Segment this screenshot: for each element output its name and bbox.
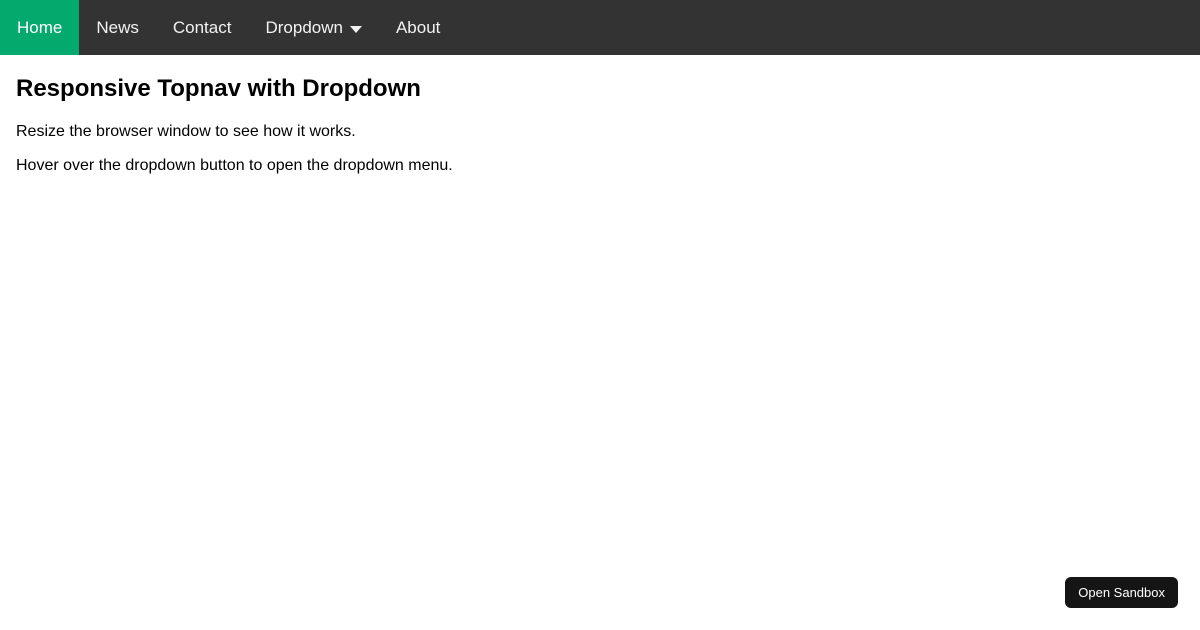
nav-item-news[interactable]: News <box>79 0 156 55</box>
nav-item-dropdown-label: Dropdown <box>265 17 343 37</box>
caret-down-icon <box>349 25 362 33</box>
hint-text: Hover over the dropdown button to open t… <box>16 157 453 175</box>
nav-item-contact[interactable]: Contact <box>156 0 249 55</box>
page-title: Responsive Topnav with Dropdown <box>16 75 421 102</box>
nav-item-about[interactable]: About <box>379 0 457 55</box>
intro-text: Resize the browser window to see how it … <box>16 123 356 140</box>
nav-item-dropdown[interactable]: Dropdown <box>248 0 379 55</box>
nav-item-home[interactable]: Home <box>0 0 80 55</box>
page-content: Responsive Topnav with Dropdown Resize t… <box>0 75 1200 176</box>
top-navigation: Home News Contact Dropdown About <box>0 0 1200 55</box>
open-sandbox-button[interactable]: Open Sandbox <box>1065 577 1178 608</box>
